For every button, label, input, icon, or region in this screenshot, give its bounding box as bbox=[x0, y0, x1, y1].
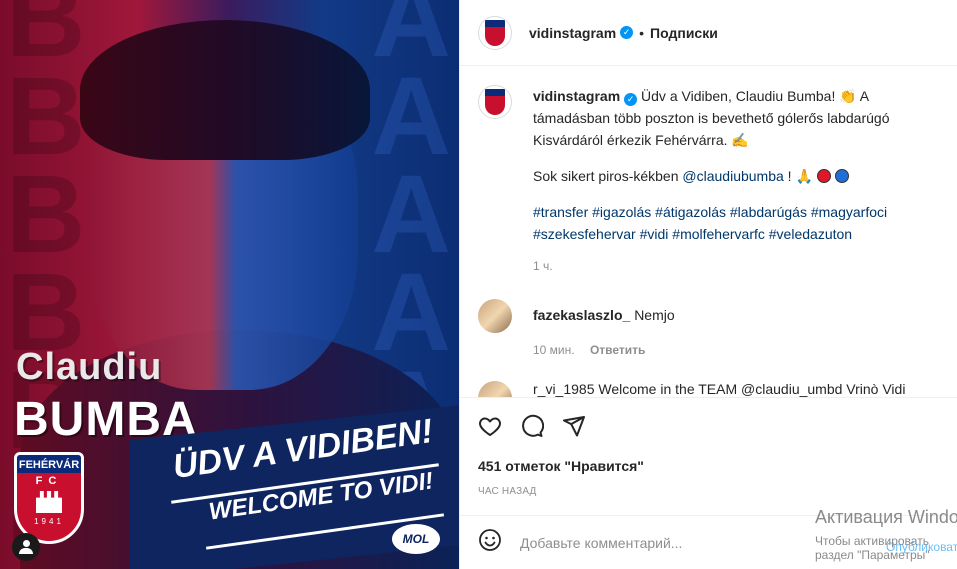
mention-link[interactable]: @claudiubumba bbox=[682, 168, 783, 184]
comments-list[interactable]: vidinstagram ✓ Üdv a Vidiben, Claudiu Bum… bbox=[460, 67, 957, 397]
add-comment-bar bbox=[460, 515, 957, 569]
tagged-user-icon[interactable] bbox=[12, 533, 40, 561]
red-circle-icon bbox=[816, 169, 831, 183]
post-time-ago: ЧАС НАЗАД bbox=[478, 486, 537, 497]
avatar[interactable] bbox=[478, 15, 512, 50]
comment-item: r_vi_1985 Welcome in the TEAM @claudiu_u… bbox=[478, 381, 939, 397]
verified-badge-icon: ✓ bbox=[624, 93, 638, 106]
sponsor-logo: MOL bbox=[392, 524, 440, 554]
comment-time: 10 мин. bbox=[533, 343, 575, 357]
comment-avatar[interactable] bbox=[478, 381, 512, 397]
comment-body: fazekaslaszlo_ Nemjo 10 мин. Ответить bbox=[533, 299, 675, 357]
blue-circle-icon bbox=[834, 169, 849, 183]
caption-time: 1 ч. bbox=[533, 259, 553, 273]
emoji-smile-icon[interactable] bbox=[478, 528, 502, 557]
header-username[interactable]: vidinstagram bbox=[529, 25, 616, 41]
comment-avatar[interactable] bbox=[478, 299, 512, 333]
caption-text-2-prefix: Sok sikert piros-kékben bbox=[533, 168, 683, 184]
comment-text: Nemjo bbox=[634, 307, 675, 323]
comment-meta: 10 мин. Ответить bbox=[533, 343, 675, 357]
caption-username[interactable]: vidinstagram bbox=[533, 88, 620, 104]
post-actions: 451 отметок "Нравится" ЧАС НАЗАД bbox=[460, 397, 957, 515]
post-image[interactable]: BBBBBB AAAAAA Claudiu BUMBA ÜDV A VIDIBE… bbox=[0, 0, 459, 569]
share-send-icon[interactable] bbox=[562, 414, 586, 438]
player-first-name: Claudiu bbox=[16, 346, 163, 388]
caption-body: vidinstagram ✓ Üdv a Vidiben, Claudiu Bum… bbox=[533, 85, 933, 277]
crest-title: FEHÉRVÁR bbox=[17, 455, 81, 473]
dot-separator: • bbox=[639, 24, 645, 41]
hashtags[interactable]: #transfer #igazolás #átigazolás #labdarú… bbox=[533, 201, 933, 245]
comment-bubble-icon[interactable] bbox=[520, 414, 544, 438]
verified-badge-icon: ✓ bbox=[620, 26, 634, 39]
post-header: vidinstagram ✓ • Подписки bbox=[460, 0, 957, 66]
post-details-panel: vidinstagram ✓ • Подписки vidinstagram ✓ … bbox=[459, 0, 957, 569]
castle-icon bbox=[36, 491, 62, 513]
comment-body: r_vi_1985 Welcome in the TEAM @claudiu_u… bbox=[533, 381, 905, 397]
crest-year: 1941 bbox=[34, 517, 64, 526]
following-button[interactable]: Подписки bbox=[650, 25, 718, 41]
reply-button[interactable]: Ответить bbox=[590, 343, 645, 357]
caption: vidinstagram ✓ Üdv a Vidiben, Claudiu Bum… bbox=[478, 85, 939, 277]
club-crest-icon bbox=[485, 19, 505, 46]
caption-avatar[interactable] bbox=[478, 85, 512, 119]
comment-username[interactable]: fazekaslaszlo_ bbox=[533, 307, 630, 323]
club-crest-icon bbox=[485, 89, 505, 115]
publish-button[interactable]: Опубликовать bbox=[886, 540, 957, 554]
player-hair bbox=[80, 20, 370, 160]
comment-text-partial: r_vi_1985 Welcome in the TEAM @claudiu_u… bbox=[533, 381, 906, 397]
comment-item: fazekaslaszlo_ Nemjo 10 мин. Ответить bbox=[478, 299, 939, 357]
like-heart-icon[interactable] bbox=[478, 414, 502, 438]
likes-count[interactable]: 451 отметок "Нравится" bbox=[478, 458, 939, 474]
crest-fc: FC bbox=[35, 475, 63, 487]
comment-input[interactable] bbox=[520, 534, 840, 551]
caption-text-2-suffix: ! 🙏 bbox=[783, 168, 813, 184]
club-crest-logo: FEHÉRVÁR FC 1941 bbox=[14, 452, 84, 544]
action-icons bbox=[478, 414, 939, 438]
